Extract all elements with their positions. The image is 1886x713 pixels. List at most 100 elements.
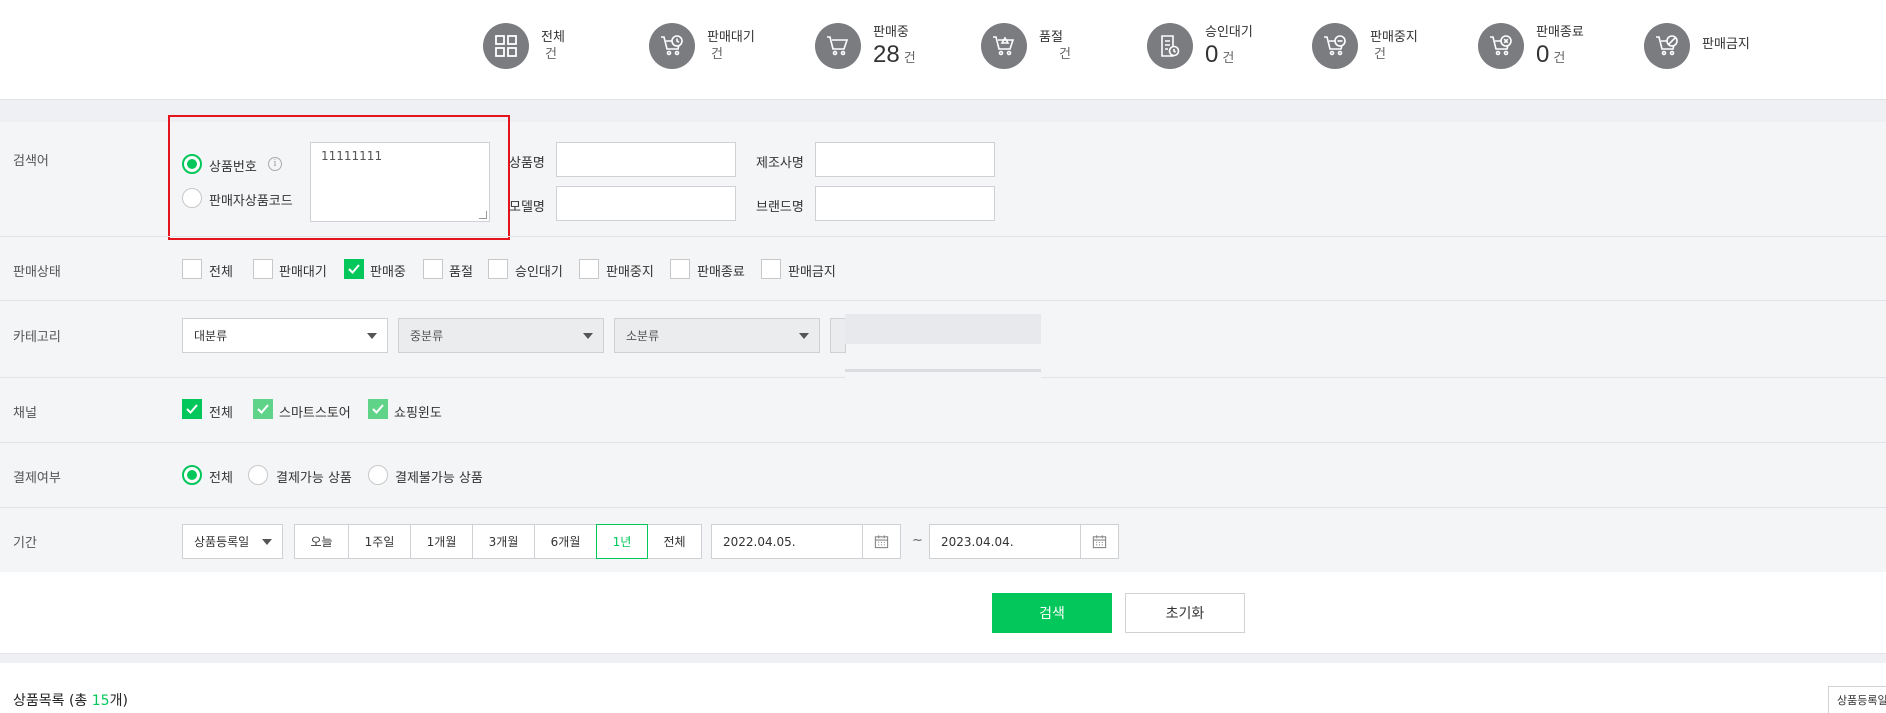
- payment-row-label: 결제여부: [13, 471, 61, 486]
- calendar-icon[interactable]: [862, 525, 900, 558]
- radio-label: 결제불가능 상품: [395, 471, 483, 486]
- check-icon: [257, 404, 269, 414]
- select-value: 중분류: [410, 329, 444, 343]
- row-divider: [0, 300, 1886, 301]
- status-label: 판매금지: [1702, 36, 1750, 52]
- cart-soldout-icon: [981, 23, 1027, 69]
- status-label: 전체: [541, 30, 565, 45]
- status-label: 판매종료: [1536, 24, 1584, 40]
- payment-all-radio[interactable]: [182, 465, 202, 485]
- dropdown-overlay: [845, 314, 1041, 344]
- period-today-button[interactable]: 오늘: [294, 524, 349, 559]
- sale-status-pending-checkbox[interactable]: [253, 259, 273, 279]
- period-6month-button[interactable]: 6개월: [534, 524, 597, 559]
- channel-smartstore-checkbox[interactable]: [253, 399, 273, 419]
- status-count: 0: [1536, 40, 1550, 68]
- period-3month-button[interactable]: 3개월: [472, 524, 535, 559]
- sale-status-suspended-checkbox[interactable]: [579, 259, 599, 279]
- status-all[interactable]: 전체 건: [483, 22, 565, 70]
- payment-available-radio[interactable]: [248, 465, 268, 485]
- checkbox-label: 판매중: [370, 265, 406, 280]
- action-area: [0, 572, 1886, 653]
- start-date-input[interactable]: 2022.04.05.: [711, 524, 901, 559]
- status-label: 판매대기: [707, 30, 755, 45]
- radio-label: 결제가능 상품: [276, 471, 352, 486]
- channel-shopping-window-checkbox[interactable]: [368, 399, 388, 419]
- chevron-down-icon: [583, 333, 593, 339]
- sale-status-on-sale-checkbox[interactable]: [344, 259, 364, 279]
- category-medium-select[interactable]: 중분류: [398, 318, 604, 353]
- doc-clock-icon: [1147, 23, 1193, 69]
- period-1week-button[interactable]: 1주일: [348, 524, 411, 559]
- status-unit: 건: [903, 50, 916, 66]
- checkbox-label: 전체: [209, 406, 233, 421]
- date-type-select[interactable]: 상품등록일: [182, 524, 283, 559]
- model-name-label: 모델명: [509, 200, 545, 215]
- status-prohibited[interactable]: 판매금지: [1644, 22, 1750, 70]
- start-date-value: 2022.04.05.: [723, 534, 796, 549]
- channel-all-checkbox[interactable]: [182, 399, 202, 419]
- select-value: 대분류: [194, 329, 228, 343]
- calendar-icon[interactable]: [1080, 525, 1118, 558]
- reset-button[interactable]: 초기화: [1125, 593, 1245, 633]
- status-unit: 건: [1222, 50, 1235, 66]
- cart-clock-icon: [649, 23, 695, 69]
- status-pending[interactable]: 판매대기 건: [649, 22, 755, 70]
- manufacturer-input[interactable]: [815, 142, 995, 177]
- status-unit: 건: [1374, 47, 1386, 62]
- status-sold-out[interactable]: 품절 건: [981, 22, 1071, 70]
- section-gap: [0, 653, 1886, 663]
- checkbox-label: 판매종료: [697, 265, 745, 280]
- product-list-title: 상품목록 (총 15개): [13, 690, 128, 710]
- checkbox-label: 판매중지: [606, 265, 654, 280]
- sale-status-prohibited-checkbox[interactable]: [761, 259, 781, 279]
- period-all-button[interactable]: 전체: [647, 524, 702, 559]
- status-unit: 건: [545, 47, 557, 62]
- end-date-value: 2023.04.04.: [941, 534, 1014, 549]
- checkbox-label: 품절: [449, 265, 473, 280]
- brand-name-input[interactable]: [815, 186, 995, 221]
- period-1year-button[interactable]: 1년: [596, 524, 648, 559]
- status-on-sale[interactable]: 판매중 28 건: [815, 22, 916, 70]
- search-button[interactable]: 검색: [992, 593, 1112, 633]
- chevron-down-icon: [799, 333, 809, 339]
- end-date-input[interactable]: 2023.04.04.: [929, 524, 1119, 559]
- checkbox-label: 판매대기: [279, 265, 327, 280]
- product-name-label: 상품명: [509, 156, 545, 171]
- sale-status-all-checkbox[interactable]: [182, 259, 202, 279]
- status-ended[interactable]: 판매종료 0건: [1478, 22, 1584, 70]
- sort-select[interactable]: 상품등록일: [1828, 686, 1886, 713]
- status-label: 판매중지: [1370, 30, 1418, 45]
- cart-minus-icon: [1312, 23, 1358, 69]
- sale-status-sold-out-checkbox[interactable]: [423, 259, 443, 279]
- status-approval-pending[interactable]: 승인대기 0건: [1147, 22, 1253, 70]
- category-small-select[interactable]: 소분류: [614, 318, 820, 353]
- channel-row-label: 채널: [13, 406, 37, 421]
- category-detail-select[interactable]: [830, 318, 846, 353]
- row-divider: [0, 442, 1886, 443]
- sale-status-row-label: 판매상태: [13, 265, 61, 280]
- list-title-suffix: 개): [109, 693, 128, 709]
- category-large-select[interactable]: 대분류: [182, 318, 388, 353]
- sale-status-ended-checkbox[interactable]: [670, 259, 690, 279]
- cart-ban-icon: [1644, 23, 1690, 69]
- chevron-down-icon: [262, 539, 272, 545]
- period-1month-button[interactable]: 1개월: [410, 524, 473, 559]
- dropdown-overlay-body: [845, 372, 1041, 446]
- checkbox-label: 전체: [209, 265, 233, 280]
- brand-name-label: 브랜드명: [756, 200, 804, 215]
- checkbox-label: 승인대기: [515, 265, 563, 280]
- category-row-label: 카테고리: [13, 330, 61, 345]
- model-name-input[interactable]: [556, 186, 736, 221]
- check-icon: [348, 264, 360, 274]
- status-label: 판매중: [873, 24, 909, 40]
- product-name-input[interactable]: [556, 142, 736, 177]
- payment-unavailable-radio[interactable]: [368, 465, 388, 485]
- status-suspended[interactable]: 판매중지 건: [1312, 22, 1418, 70]
- status-unit: 건: [711, 47, 723, 62]
- period-row-label: 기간: [13, 536, 37, 551]
- sale-status-approval-checkbox[interactable]: [488, 259, 508, 279]
- cart-icon: [815, 23, 861, 69]
- status-unit: 건: [1059, 47, 1071, 62]
- status-summary-bar: 전체 건 판매대기 건 판매중 28 건 품절 건 승인대기 0 건 판매중지 …: [0, 0, 1886, 100]
